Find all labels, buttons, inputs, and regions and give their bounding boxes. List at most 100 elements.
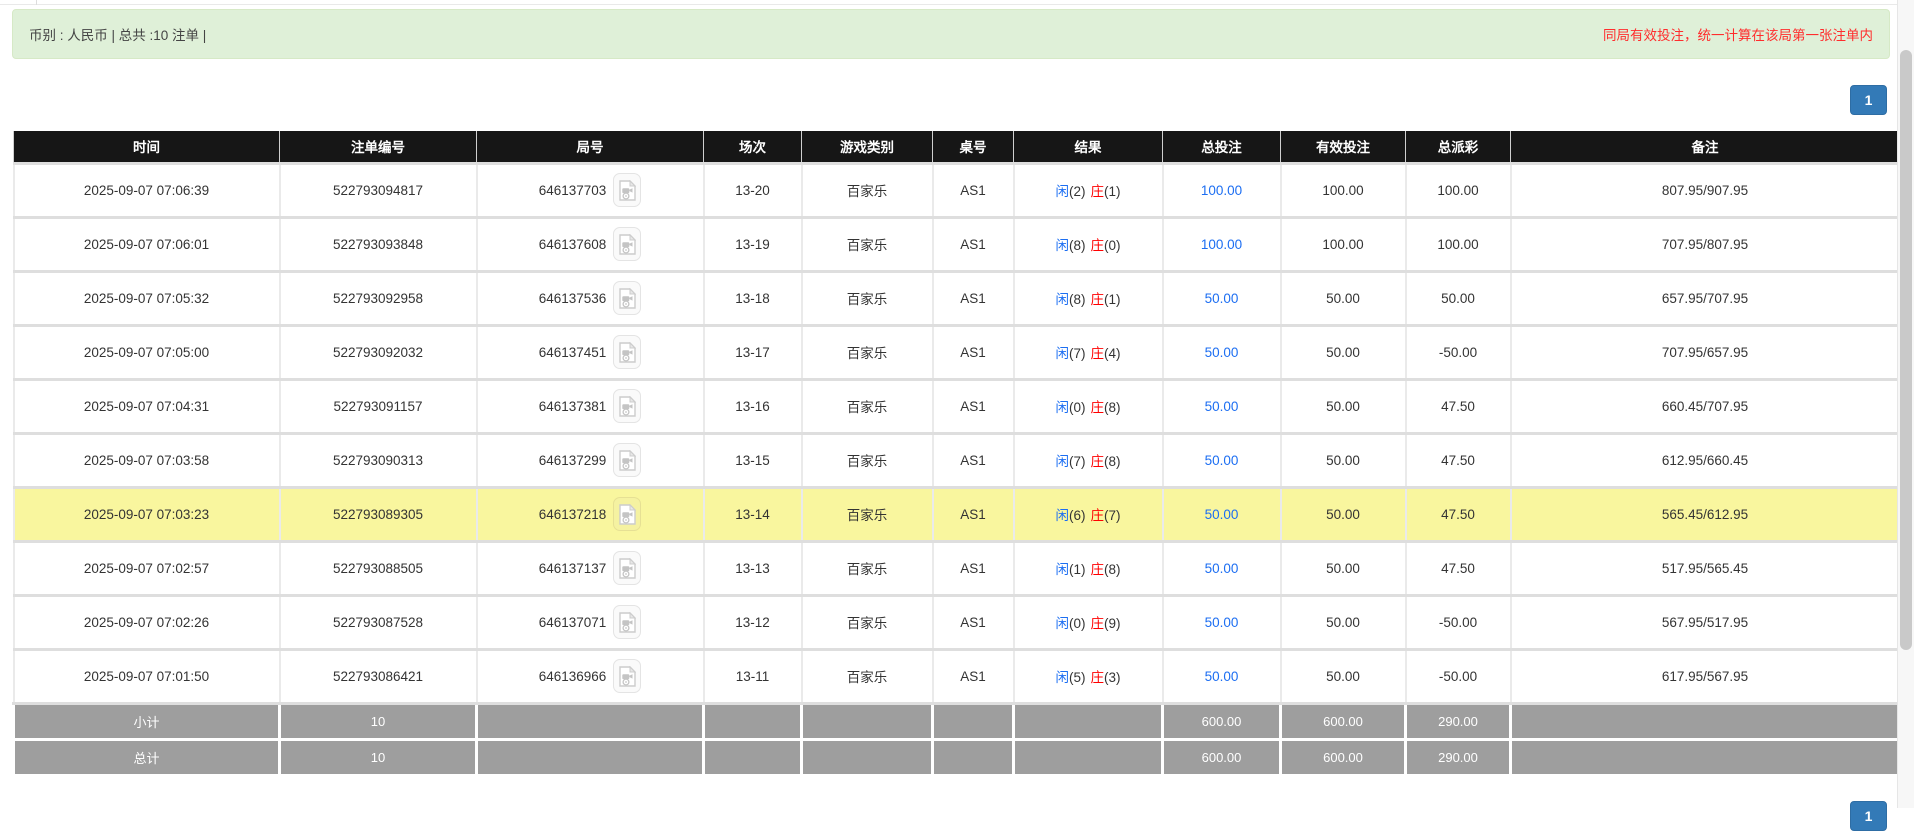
subtotal-total-bet: 600.00	[1161, 701, 1282, 741]
total-bet-link[interactable]: 50.00	[1205, 561, 1239, 576]
cell-table-number: AS1	[931, 539, 1015, 597]
result-banker-count: (7)	[1104, 508, 1121, 523]
table-row: 2025-09-07 07:03:58 522793090313 6461372…	[12, 431, 1901, 489]
cell-bet-number: 522793088505	[278, 539, 478, 597]
cell-round-number: 646137299	[475, 431, 705, 489]
cell-result: 闲(7) 庄(8)	[1012, 431, 1164, 489]
video-replay-button[interactable]	[613, 659, 642, 693]
result-banker-label: 庄	[1090, 346, 1105, 361]
page-1-button-bottom[interactable]: 1	[1850, 801, 1887, 831]
total-total-bet: 600.00	[1161, 737, 1282, 777]
total-bet-link[interactable]: 100.00	[1201, 237, 1242, 252]
result-banker-count: (8)	[1104, 400, 1121, 415]
result-player-label: 闲	[1055, 616, 1070, 631]
cell-payout: 47.50	[1404, 539, 1512, 597]
column-header-bet-number: 注单编号	[279, 131, 477, 163]
cell-game-type: 百家乐	[800, 161, 934, 219]
cell-table-number: AS1	[931, 323, 1015, 381]
cell-table-number: AS1	[931, 647, 1015, 705]
column-header-table-number: 桌号	[932, 131, 1014, 163]
total-label: 总计	[12, 737, 281, 777]
column-header-time: 时间	[13, 131, 280, 163]
total-bet-link[interactable]: 50.00	[1205, 507, 1239, 522]
column-header-valid-bet: 有效投注	[1280, 131, 1406, 163]
video-replay-button[interactable]	[613, 551, 642, 585]
cell-time: 2025-09-07 07:03:58	[12, 431, 281, 489]
subtotal-count: 10	[278, 701, 478, 741]
total-bet-link[interactable]: 50.00	[1205, 345, 1239, 360]
cell-valid-bet: 50.00	[1279, 593, 1407, 651]
video-file-icon	[619, 611, 636, 633]
table-row: 2025-09-07 07:06:01 522793093848 6461376…	[12, 215, 1901, 273]
subtotal-label: 小计	[12, 701, 281, 741]
cell-table-number: AS1	[931, 485, 1015, 543]
cell-time: 2025-09-07 07:02:26	[12, 593, 281, 651]
cell-valid-bet: 50.00	[1279, 377, 1407, 435]
video-file-icon	[619, 233, 636, 255]
cell-session: 13-11	[702, 647, 803, 705]
total-valid-bet: 600.00	[1279, 737, 1407, 777]
total-bet-link[interactable]: 50.00	[1205, 615, 1239, 630]
cell-table-number: AS1	[931, 593, 1015, 651]
video-replay-button[interactable]	[613, 173, 642, 207]
total-bet-link[interactable]: 50.00	[1205, 453, 1239, 468]
page-1-button-top[interactable]: 1	[1850, 85, 1887, 115]
cell-round-number: 646137451	[475, 323, 705, 381]
video-replay-button[interactable]	[613, 605, 642, 639]
cell-payout: 47.50	[1404, 377, 1512, 435]
cell-bet-number: 522793094817	[278, 161, 478, 219]
cell-table-number: AS1	[931, 431, 1015, 489]
video-replay-button[interactable]	[613, 389, 642, 423]
cell-remark: 807.95/907.95	[1509, 161, 1901, 219]
column-header-game-type: 游戏类别	[801, 131, 933, 163]
total-bet-link[interactable]: 50.00	[1205, 669, 1239, 684]
column-header-total-payout: 总派彩	[1405, 131, 1511, 163]
summary-bar: 币别 : 人民币 | 总共 :10 注单 | 同局有效投注，统一计算在该局第一张…	[12, 9, 1890, 59]
result-player-label: 闲	[1055, 400, 1070, 415]
result-banker-label: 庄	[1090, 616, 1105, 631]
cell-time: 2025-09-07 07:04:31	[12, 377, 281, 435]
cell-round-number: 646136966	[475, 647, 705, 705]
video-replay-button[interactable]	[613, 281, 642, 315]
cell-result: 闲(6) 庄(7)	[1012, 485, 1164, 543]
cell-total-bet: 50.00	[1161, 377, 1282, 435]
cell-payout: 50.00	[1404, 269, 1512, 327]
video-file-icon	[619, 341, 636, 363]
video-replay-button[interactable]	[613, 335, 642, 369]
cell-bet-number: 522793093848	[278, 215, 478, 273]
cell-round-number: 646137608	[475, 215, 705, 273]
cell-total-bet: 50.00	[1161, 593, 1282, 651]
cell-round-number: 646137536	[475, 269, 705, 327]
scrollbar-thumb[interactable]	[1900, 50, 1912, 650]
result-player-count: (0)	[1069, 616, 1086, 631]
cell-remark: 567.95/517.95	[1509, 593, 1901, 651]
result-player-label: 闲	[1055, 184, 1070, 199]
column-header-result: 结果	[1013, 131, 1163, 163]
table-row: 2025-09-07 07:04:31 522793091157 6461373…	[12, 377, 1901, 435]
result-player-label: 闲	[1055, 346, 1070, 361]
cell-bet-number: 522793090313	[278, 431, 478, 489]
result-player-label: 闲	[1055, 670, 1070, 685]
cell-remark: 565.45/612.95	[1509, 485, 1901, 543]
vertical-scrollbar[interactable]	[1897, 0, 1914, 808]
cell-remark: 612.95/660.45	[1509, 431, 1901, 489]
result-player-label: 闲	[1055, 292, 1070, 307]
cell-total-bet: 50.00	[1161, 431, 1282, 489]
cell-time: 2025-09-07 07:06:01	[12, 215, 281, 273]
video-replay-button[interactable]	[613, 443, 642, 477]
total-bet-link[interactable]: 50.00	[1205, 291, 1239, 306]
table-row: 2025-09-07 07:02:26 522793087528 6461370…	[12, 593, 1901, 651]
cell-round-number: 646137137	[475, 539, 705, 597]
video-replay-button[interactable]	[613, 227, 642, 261]
cell-payout: 47.50	[1404, 431, 1512, 489]
total-bet-link[interactable]: 50.00	[1205, 399, 1239, 414]
cell-result: 闲(8) 庄(1)	[1012, 269, 1164, 327]
cell-session: 13-13	[702, 539, 803, 597]
result-banker-label: 庄	[1090, 292, 1105, 307]
cell-valid-bet: 50.00	[1279, 323, 1407, 381]
total-bet-link[interactable]: 100.00	[1201, 183, 1242, 198]
video-replay-button[interactable]	[613, 497, 642, 531]
result-player-label: 闲	[1055, 454, 1070, 469]
result-banker-label: 庄	[1090, 184, 1105, 199]
cell-time: 2025-09-07 07:01:50	[12, 647, 281, 705]
